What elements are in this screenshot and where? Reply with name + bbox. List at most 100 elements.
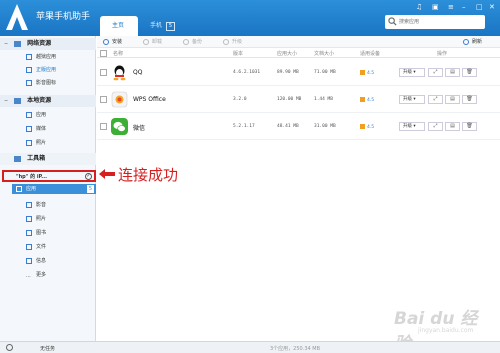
tab-phone-label: 手机 xyxy=(150,22,163,29)
app-name: QQ xyxy=(133,69,143,76)
film-icon xyxy=(26,201,32,208)
column-header-device[interactable]: 适用设备 xyxy=(360,50,380,57)
upgrade-icon xyxy=(223,38,229,45)
power-icon[interactable] xyxy=(6,344,13,351)
photo-icon xyxy=(26,139,32,146)
row-checkbox[interactable] xyxy=(100,69,107,76)
search-box[interactable] xyxy=(385,15,485,29)
tab-phone[interactable]: 手机 5 xyxy=(138,16,182,36)
column-header-name[interactable]: 名称 xyxy=(113,50,123,57)
sidebar-item-genuine-apps[interactable]: 正版应用 xyxy=(26,65,56,75)
menu-icon[interactable]: ≡ xyxy=(448,3,454,11)
app-summary: 3个应用，250.34 MB xyxy=(270,346,321,352)
device-rating: 4.5 xyxy=(360,70,374,76)
wps-office-icon xyxy=(111,91,128,108)
upgrade-dropdown[interactable]: 升级 ▾ xyxy=(399,122,425,131)
sidebar-item-device-books[interactable]: 图书 xyxy=(26,228,46,238)
sidebar-item-label: 照片 xyxy=(36,140,47,146)
sidebar-section-toolbox-label: 工具箱 xyxy=(27,155,46,162)
backup-row-button[interactable]: ▤ xyxy=(445,122,460,131)
open-button[interactable]: ⤢ xyxy=(428,68,443,77)
upgrade-dropdown[interactable]: 升级 ▾ xyxy=(399,68,425,77)
install-label: 安装 xyxy=(112,39,123,45)
sidebar-item-device-apps[interactable]: 应用 5 xyxy=(12,184,96,194)
backup-icon xyxy=(183,38,189,45)
collapse-icon[interactable]: − xyxy=(4,95,8,107)
minimize-icon[interactable]: – xyxy=(462,3,466,11)
music-note-icon xyxy=(26,79,32,86)
device-rating: 4.5 xyxy=(360,124,374,130)
sidebar-item-device-more[interactable]: ··· 更多 xyxy=(26,270,46,280)
rating-value: 4.5 xyxy=(367,125,375,130)
delete-button[interactable]: 🗑 xyxy=(462,95,477,104)
backup-row-button[interactable]: ▤ xyxy=(445,95,460,104)
sidebar-item-device-photos[interactable]: 照片 xyxy=(26,214,46,224)
tab-phone-badge: 5 xyxy=(166,22,176,31)
column-header-doc-size[interactable]: 文档大小 xyxy=(314,50,334,57)
column-header-version[interactable]: 版本 xyxy=(233,50,243,57)
collapse-icon[interactable]: − xyxy=(4,38,8,50)
sidebar-item-jailbreak-apps[interactable]: 越狱应用 xyxy=(26,52,56,62)
uninstall-button[interactable]: 卸载 xyxy=(143,38,162,46)
app-version: 3.2.0 xyxy=(233,97,247,102)
delete-button[interactable]: 🗑 xyxy=(462,122,477,131)
toolbox-icon xyxy=(14,155,21,162)
delete-button[interactable]: 🗑 xyxy=(462,68,477,77)
sidebar-item-local-photos[interactable]: 照片 xyxy=(26,138,46,148)
more-icon: ··· xyxy=(26,273,31,280)
sidebar-item-label: 影音 xyxy=(36,202,47,208)
close-icon[interactable]: ✕ xyxy=(489,3,495,11)
row-checkbox[interactable] xyxy=(100,96,107,103)
sidebar-section-network[interactable]: − 网络资源 xyxy=(0,38,96,50)
tab-home-label: 主页 xyxy=(112,22,125,29)
baidu-watermark: Bai du 经验 jingyan.baidu.com xyxy=(380,300,490,353)
column-header-app-size[interactable]: 应用大小 xyxy=(277,50,297,57)
music-icon[interactable]: ♫ xyxy=(416,3,422,11)
table-row[interactable]: QQ 4.6.2.1031 89.90 MB 71.00 MB 4.5 升级 ▾… xyxy=(97,60,500,86)
search-input[interactable] xyxy=(399,16,481,28)
row-checkbox[interactable] xyxy=(100,123,107,130)
folder-icon xyxy=(26,243,32,250)
sidebar-item-label: 图书 xyxy=(36,230,47,236)
upgrade-dropdown[interactable]: 升级 ▾ xyxy=(399,95,425,104)
sidebar-item-label: 信息 xyxy=(36,258,47,264)
sidebar-item-media-icons[interactable]: 影音图标 xyxy=(26,78,56,88)
backup-row-button[interactable]: ▤ xyxy=(445,68,460,77)
open-button[interactable]: ⤢ xyxy=(428,122,443,131)
device-name: "hp" 的 iP... xyxy=(16,174,47,180)
skin-icon[interactable]: ▣ xyxy=(432,3,439,11)
upgrade-button[interactable]: 升级 xyxy=(223,38,242,46)
app-version: 4.6.2.1031 xyxy=(233,70,261,75)
select-all-checkbox[interactable] xyxy=(100,50,107,57)
photo-icon xyxy=(26,215,32,222)
sidebar-item-device-messages[interactable]: 信息 xyxy=(26,256,46,266)
minus-icon xyxy=(143,38,149,45)
install-button[interactable]: 安装 xyxy=(103,38,122,46)
sidebar-item-device-media[interactable]: 影音 xyxy=(26,200,46,210)
status-bar: 无任务 3个应用，250.34 MB xyxy=(0,341,500,353)
upgrade-label: 升级 xyxy=(403,97,412,102)
sidebar-item-device-files[interactable]: 文件 xyxy=(26,242,46,252)
rating-bar-icon xyxy=(360,97,365,102)
sidebar-section-local[interactable]: − 本地资源 xyxy=(0,95,96,107)
sidebar-item-local-media[interactable]: 媒体 xyxy=(26,124,46,134)
sidebar-item-label: 正版应用 xyxy=(36,67,57,73)
sidebar-section-toolbox[interactable]: 工具箱 xyxy=(0,153,96,165)
sidebar-item-local-apps[interactable]: 应用 xyxy=(26,110,46,120)
maximize-icon[interactable]: □ xyxy=(476,3,483,11)
column-header-actions: 操作 xyxy=(437,51,448,57)
app-title: 苹果手机助手 xyxy=(36,12,91,22)
app-store-icon xyxy=(26,66,32,73)
annotation: 连接成功 xyxy=(99,164,178,184)
sidebar-item-label: 更多 xyxy=(36,272,47,278)
backup-button[interactable]: 备份 xyxy=(183,38,202,46)
table-row[interactable]: 微信 5.2.1.17 48.41 MB 31.00 MB 4.5 升级 ▾ ⤢… xyxy=(97,114,500,140)
app-version: 5.2.1.17 xyxy=(233,124,255,129)
refresh-button[interactable]: 刷新 xyxy=(463,38,482,46)
upgrade-label: 升级 xyxy=(403,124,412,129)
search-icon[interactable] xyxy=(388,17,397,26)
tab-home[interactable]: 主页 xyxy=(100,16,138,36)
table-row[interactable]: WPS Office 3.2.0 120.00 MB 1.44 MB 4.5 升… xyxy=(97,87,500,113)
sidebar-device[interactable]: "hp" 的 iP... ✓ xyxy=(2,170,96,182)
open-button[interactable]: ⤢ xyxy=(428,95,443,104)
